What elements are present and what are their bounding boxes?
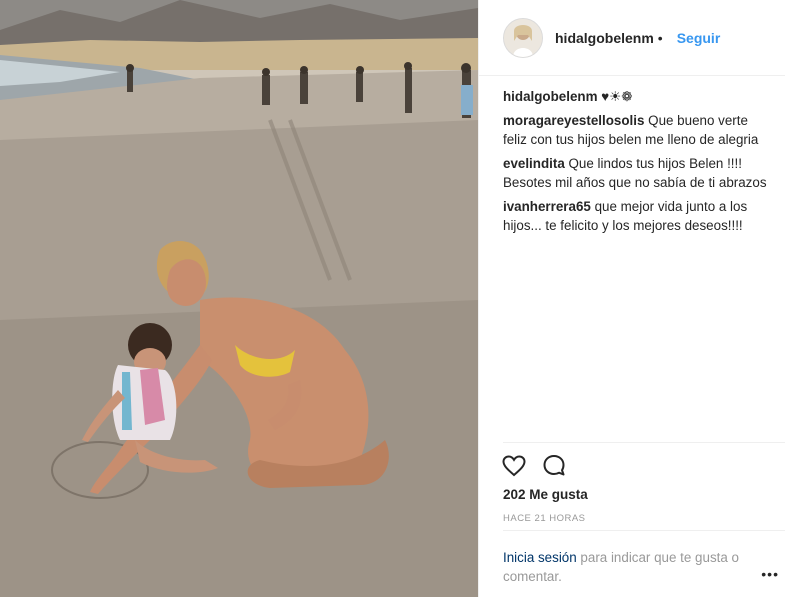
- post-photo[interactable]: [0, 0, 478, 597]
- avatar[interactable]: [503, 17, 543, 58]
- beach-photo-image: [0, 0, 478, 597]
- likes-count[interactable]: 202 Me gusta: [503, 487, 588, 502]
- separator-dot: •: [657, 29, 663, 46]
- caption: hidalgobelenm ♥☀❁: [503, 87, 773, 106]
- comment-bubble-icon[interactable]: [541, 453, 567, 479]
- instagram-post: hidalgobelenm • Seguir hidalgobelenm ♥☀❁…: [0, 0, 785, 597]
- caption-username[interactable]: hidalgobelenm: [503, 89, 598, 104]
- list-item: ivanherrera65 que mejor vida junto a los…: [503, 197, 773, 235]
- comment-username[interactable]: ivanherrera65: [503, 199, 591, 214]
- heart-icon[interactable]: [501, 453, 527, 479]
- comments-list: hidalgobelenm ♥☀❁ moragareyestellosolis …: [503, 87, 773, 240]
- comment-username[interactable]: evelindita: [503, 156, 565, 171]
- follow-button[interactable]: Seguir: [677, 30, 721, 46]
- login-prompt: Inicia sesión para indicar que te gusta …: [503, 530, 785, 586]
- post-timestamp[interactable]: HACE 21 HORAS: [503, 513, 586, 524]
- post-sidebar: hidalgobelenm • Seguir hidalgobelenm ♥☀❁…: [478, 0, 785, 597]
- more-options-button[interactable]: •••: [761, 566, 779, 582]
- list-item: moragareyestellosolis Que bueno verte fe…: [503, 111, 773, 149]
- header-username[interactable]: hidalgobelenm: [555, 30, 654, 46]
- post-header: hidalgobelenm • Seguir: [479, 0, 785, 76]
- caption-text: ♥☀❁: [601, 89, 633, 104]
- comment-username[interactable]: moragareyestellosolis: [503, 113, 644, 128]
- action-icons: [501, 453, 567, 479]
- login-link[interactable]: Inicia sesión: [503, 550, 577, 565]
- avatar-image: [504, 18, 542, 57]
- list-item: evelindita Que lindos tus hijos Belen !!…: [503, 154, 773, 192]
